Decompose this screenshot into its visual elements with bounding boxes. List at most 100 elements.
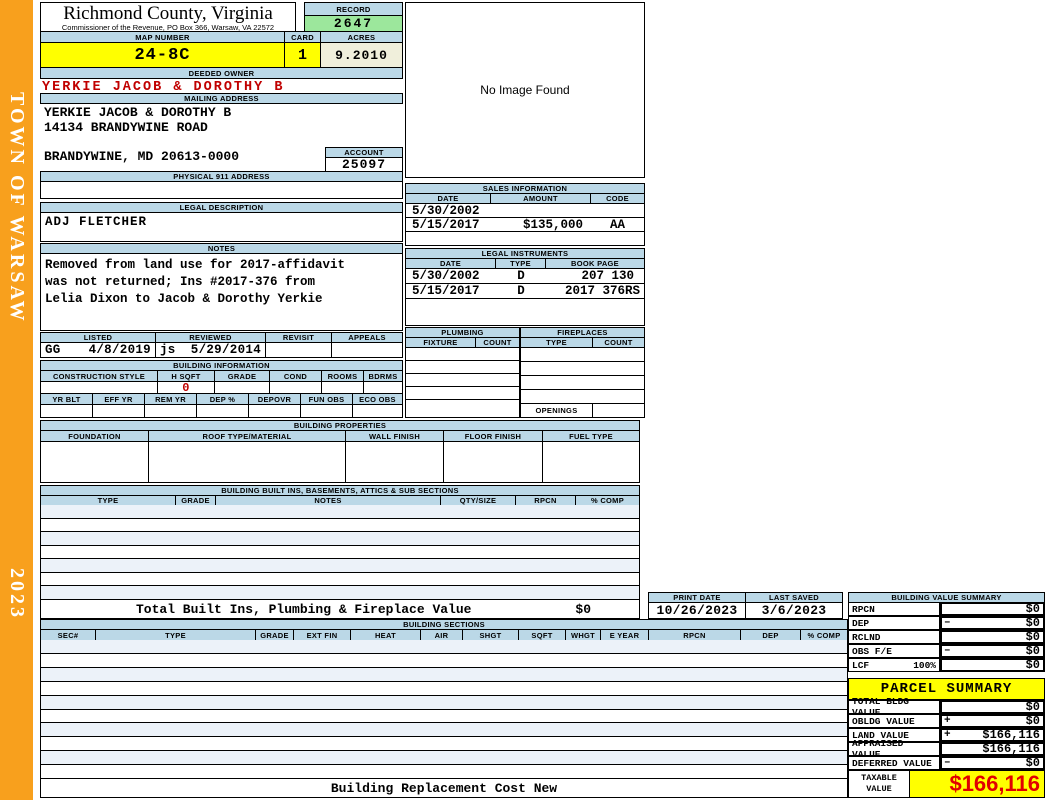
sales-code [591,204,644,217]
table-row [41,694,847,709]
hsqft-value: 0 [158,381,215,395]
operator: – [944,757,951,769]
table-row [521,348,644,362]
operator: + [944,715,951,727]
appraised-label: APPRAISED VALUE [848,738,940,760]
taxable-value-amount: $166,116 [910,770,1045,798]
bvs-rclnd-cell: $0 [940,630,1045,644]
table-row: 5/15/2017 D 2017 376RS [406,284,644,299]
instrument-date-label: DATE [406,259,496,268]
lcf-label: LCF [852,659,870,671]
operator: – [944,617,951,629]
appraised-value: $166,116 [982,742,1040,756]
parcel-row-deferred: DEFERRED VALUE – $0 [848,756,1045,770]
table-row [41,505,639,518]
table-row: 5/15/2017 $135,000 AA [406,218,644,232]
wall-finish-label: WALL FINISH [346,431,444,441]
mailing-line-3: BRANDYWINE, MD 20613-0000 [44,149,240,164]
fuel-type-label: FUEL TYPE [569,431,613,441]
building-sections-footer: Building Replacement Cost New [40,778,848,798]
table-row [406,361,519,374]
table-row: 5/30/2002 [406,204,644,218]
bvs-dep-label: DEP [848,616,940,630]
obldg-cell: + $0 [940,714,1045,728]
roof-label: ROOF TYPE/MATERIAL [149,431,346,441]
bvs-row-rpcn: RPCN $0 [848,602,1045,616]
ecoobs-value [353,405,402,417]
instrument-book: 2017 376RS [564,284,640,298]
county-header-box: Richmond County, Virginia Commissioner o… [40,2,296,32]
bvs-rclnd-label: RCLND [848,630,940,644]
depovr-value [249,405,301,417]
notes-box: Removed from land use for 2017-affidavit… [40,253,403,331]
photo-placeholder: No Image Found [405,2,645,178]
sec-eyear-label: E YEAR [601,630,649,640]
sales-date [406,232,491,245]
sec-type-label: TYPE [96,630,256,640]
built-ins-rpcn-label: RPCN [516,496,576,505]
floor-finish-value [444,442,543,482]
bvs-rpcn-cell: $0 [940,602,1045,616]
instrument-date: 5/15/2017 [412,284,480,298]
appeals-value [332,343,402,357]
deferred-label: DEFERRED VALUE [848,756,940,770]
deferred-cell: – $0 [940,756,1045,770]
table-row: 5/30/2002 D 207 130 [406,269,644,284]
property-record-card: TOWN OF WARSAW 2023 Richmond County, Vir… [0,0,1050,800]
bvs-row-obs: OBS F/E – $0 [848,644,1045,658]
sidebar-year-label: 2023 [6,568,28,620]
sec-extfin-label: EXT FIN [294,630,351,640]
sales-code: AA [609,217,625,232]
fireplace-count-label: COUNT [604,338,633,347]
parcel-row-total-bldg: TOTAL BLDG VALUE $0 [848,696,1045,718]
appraised-cell: $166,116 [940,742,1045,756]
sidebar: TOWN OF WARSAW 2023 [0,0,33,800]
print-date-value: 10/26/2023 [649,603,746,618]
table-row [41,764,847,778]
built-ins-comp-label: % COMP [590,496,625,505]
table-row [41,640,847,653]
fireplace-openings-row: OPENINGS [520,403,645,418]
built-ins-grade-label: GRADE [176,496,216,505]
reviewed-date: 5/29/2014 [190,343,261,357]
record-label: RECORD [304,2,403,16]
sec-num-label: SEC# [41,630,96,640]
grade-label: GRADE [215,371,270,381]
plumbing-count-label: COUNT [483,338,512,347]
rooms-value [322,382,364,393]
listed-by: GG [45,343,61,357]
bvs-row-dep: DEP – $0 [848,616,1045,630]
listed-label: LISTED [41,333,156,342]
total-bldg-label: TOTAL BLDG VALUE [848,696,940,718]
table-row [41,517,639,532]
record-value: 2647 [304,15,403,32]
building-properties-value-row [40,441,640,483]
parcel-row-appraised: APPRAISED VALUE $166,116 [848,738,1045,760]
bvs-lcf-value: $0 [1025,658,1040,672]
sales-code [591,232,644,245]
table-row [41,680,847,695]
dep-pct-label: DEP % [197,394,249,404]
building-info-value-row-2 [40,404,403,418]
deferred-value: $0 [1025,756,1040,770]
sales-amount-label: AMOUNT [491,194,591,203]
account-value: 25097 [325,157,403,172]
revisit-value [266,343,332,357]
listed-value: GG 4/8/2019 [41,343,156,357]
sales-code-label: CODE [606,194,629,203]
yrblt-value [41,405,93,417]
appeals-label: APPEALS [348,333,386,342]
sales-date-label: DATE [406,194,491,203]
total-bldg-value: $0 [1025,700,1040,714]
yrblt-label: YR BLT [41,394,93,404]
table-row [406,299,644,314]
plumbing-table-body [405,347,520,418]
bvs-obs-value: $0 [1025,644,1040,658]
built-ins-total-label: Total Built Ins, Plumbing & Fireplace Va… [136,601,472,617]
instruments-table-body: 5/30/2002 D 207 130 5/15/2017 D 2017 376… [405,268,645,326]
foundation-value [41,442,149,482]
fireplace-type-label: TYPE [521,338,593,347]
table-row [41,571,639,586]
floor-finish-label: FLOOR FINISH [444,431,543,441]
building-sections-empty-rows [40,640,848,779]
